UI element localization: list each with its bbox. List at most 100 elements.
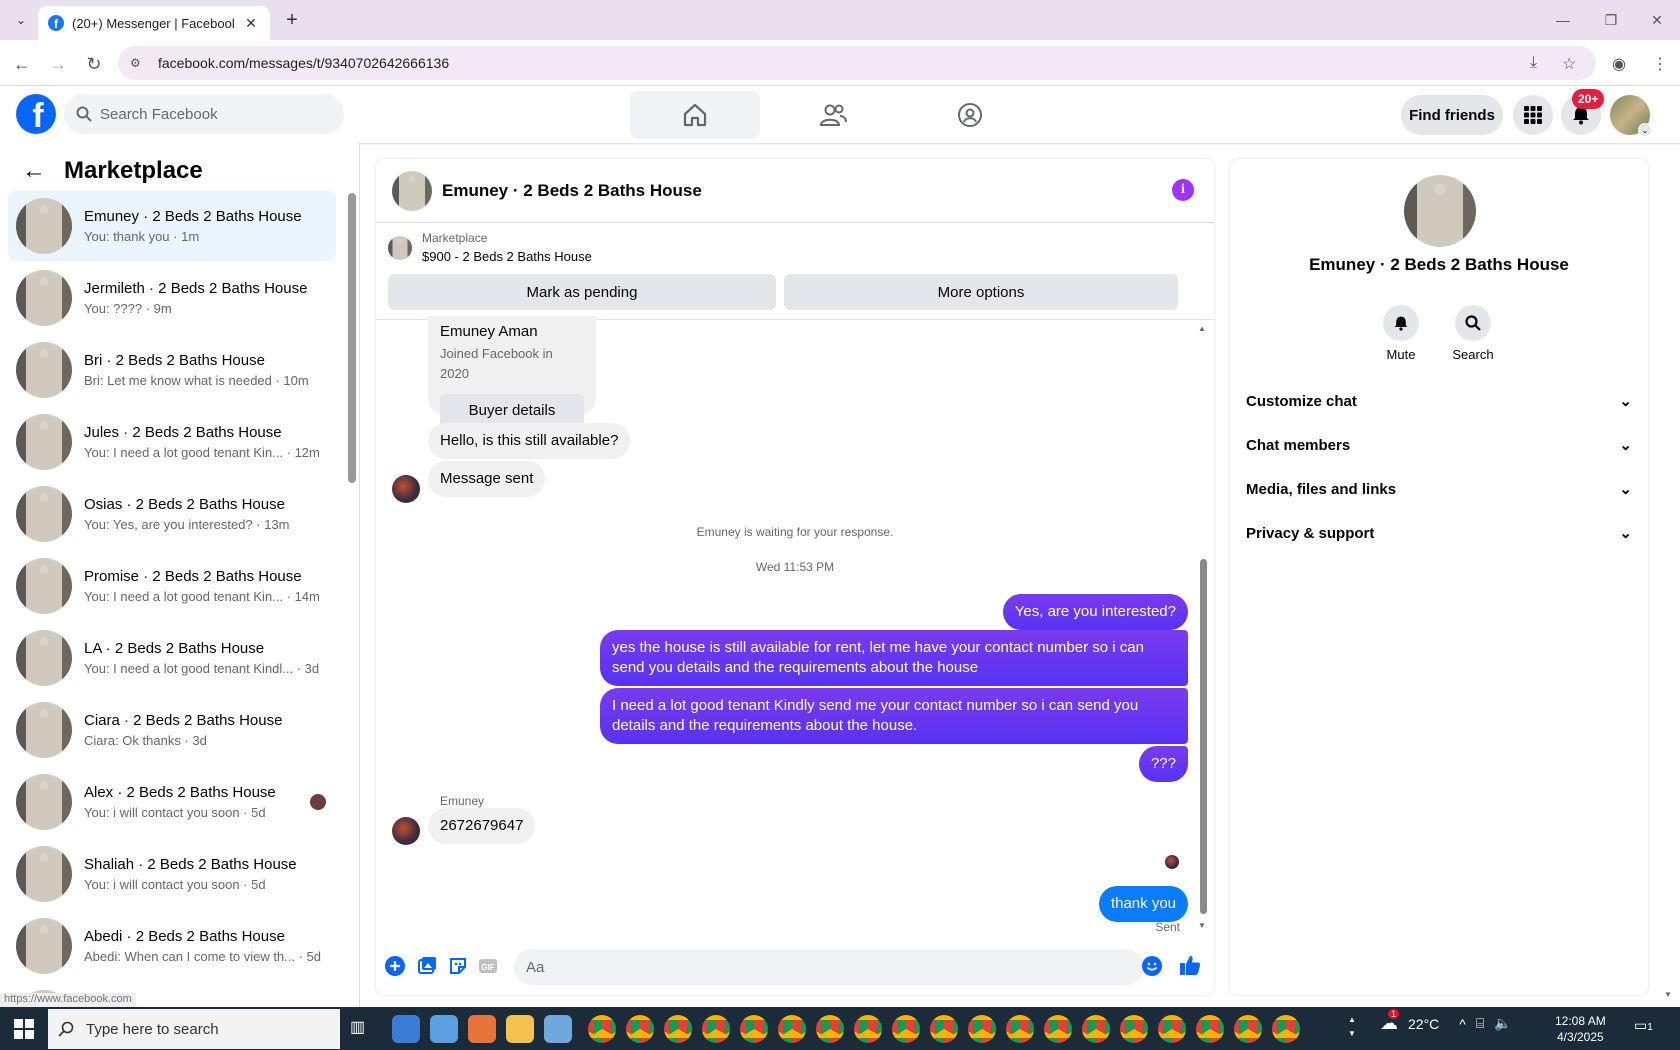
details-avatar[interactable] (1404, 175, 1476, 247)
new-tab-icon[interactable]: + (280, 8, 304, 32)
search-in-chat-button[interactable]: Search (1443, 305, 1503, 362)
chrome-icon[interactable] (626, 1015, 654, 1043)
facebook-logo-icon[interactable]: f (16, 94, 56, 134)
message-outgoing[interactable]: thank you (1098, 886, 1188, 922)
site-info-icon[interactable]: ⚙ (130, 56, 150, 70)
taskbar-app-icon[interactable] (392, 1015, 420, 1043)
media-files-links-row[interactable]: Media, files and links ⌄ (1246, 469, 1632, 509)
taskbar-app-icon[interactable] (544, 1015, 572, 1043)
chrome-icon[interactable] (1082, 1015, 1110, 1043)
forward-icon[interactable]: → (44, 50, 72, 78)
chat-avatar[interactable] (392, 170, 432, 211)
back-icon[interactable]: ← (8, 50, 36, 78)
scroll-up-arrow-icon[interactable]: ▲ (1198, 324, 1206, 333)
tray-expand-icon[interactable]: ^ (1459, 1016, 1466, 1032)
chrome-icon[interactable] (588, 1015, 616, 1043)
conversation-item[interactable]: Jermileth · 2 Beds 2 Baths House You: ???… (8, 263, 336, 333)
emoji-icon[interactable] (1141, 955, 1163, 977)
sidebar-scrollbar[interactable] (348, 193, 356, 483)
message-incoming[interactable]: Message sent (428, 461, 546, 497)
sender-avatar[interactable] (392, 817, 420, 845)
network-icon[interactable]: ⌸ (1476, 1015, 1484, 1032)
taskbar-app-icon[interactable] (506, 1015, 534, 1043)
chrome-icon[interactable] (1158, 1015, 1186, 1043)
chrome-icon[interactable] (1272, 1015, 1300, 1043)
chrome-icon[interactable] (778, 1015, 806, 1043)
sender-avatar[interactable] (392, 475, 420, 503)
page-scroll-down-icon[interactable]: ▼ (1664, 990, 1672, 999)
message-outgoing[interactable]: yes the house is still available for ren… (600, 630, 1188, 686)
weather-icon[interactable]: ☁ 1 (1380, 1009, 1400, 1034)
nav-friends[interactable] (768, 91, 898, 139)
taskbar-scroll-icon[interactable]: ▲ ▼ (1348, 1013, 1356, 1041)
menu-grid-button[interactable] (1513, 95, 1553, 135)
conversation-item[interactable]: Bri · 2 Beds 2 Baths House Bri: Let me kn… (8, 335, 336, 405)
conversation-item[interactable]: Osias · 2 Beds 2 Baths House You: Yes, ar… (8, 479, 336, 549)
chrome-icon[interactable] (1234, 1015, 1262, 1043)
restore-icon[interactable]: ❐ (1596, 8, 1626, 32)
nav-groups[interactable] (905, 91, 1035, 139)
back-arrow-icon[interactable]: ← (22, 157, 46, 185)
conversation-item[interactable]: Promise · 2 Beds 2 Baths House You: I nee… (8, 551, 336, 621)
gif-icon[interactable]: GIF (477, 955, 499, 977)
chrome-icon[interactable] (1196, 1015, 1224, 1043)
chrome-icon[interactable] (740, 1015, 768, 1043)
message-incoming[interactable]: Hello, is this still available? (428, 423, 631, 459)
browser-menu-icon[interactable]: ⋮ (1652, 54, 1668, 74)
conversation-item[interactable]: LA · 2 Beds 2 Baths House You: I need a l… (8, 623, 336, 693)
details-name[interactable]: Emuney · 2 Beds 2 Baths House (1230, 255, 1648, 275)
privacy-support-row[interactable]: Privacy & support ⌄ (1246, 513, 1632, 553)
search-facebook-input[interactable]: Search Facebook (64, 94, 344, 134)
chat-members-row[interactable]: Chat members ⌄ (1246, 425, 1632, 465)
listing-thumbnail[interactable] (388, 235, 412, 260)
account-avatar[interactable]: ⌄ (1610, 95, 1652, 137)
task-view-icon[interactable]: ▥ (350, 1017, 372, 1039)
chrome-icon[interactable] (1044, 1015, 1072, 1043)
install-app-icon[interactable]: ⤓ (1530, 54, 1537, 72)
browser-tab[interactable]: f (20+) Messenger | Facebook ✕ (38, 6, 270, 40)
nav-home[interactable] (630, 91, 760, 139)
sticker-icon[interactable] (447, 955, 469, 977)
find-friends-button[interactable]: Find friends (1401, 95, 1503, 135)
mark-as-pending-button[interactable]: Mark as pending (388, 274, 776, 310)
volume-icon[interactable]: 🔈 (1494, 1015, 1511, 1032)
scroll-down-arrow-icon[interactable]: ▼ (1198, 921, 1206, 930)
listing-title[interactable]: $900 - 2 Beds 2 Baths House (422, 249, 592, 264)
conversation-item[interactable]: Jules · 2 Beds 2 Baths House You: I need … (8, 407, 336, 477)
message-outgoing[interactable]: ??? (1138, 746, 1188, 782)
conversation-item[interactable]: Ciara · 2 Beds 2 Baths House Ciara: Ok th… (8, 695, 336, 765)
bookmark-star-icon[interactable]: ☆ (1562, 54, 1576, 74)
chrome-icon[interactable] (930, 1015, 958, 1043)
customize-chat-row[interactable]: Customize chat ⌄ (1246, 381, 1632, 421)
chrome-icon[interactable] (1006, 1015, 1034, 1043)
minimize-icon[interactable]: — (1548, 8, 1578, 32)
message-outgoing[interactable]: Yes, are you interested? (1002, 594, 1188, 630)
message-incoming[interactable]: 2672679647 (428, 808, 536, 844)
tab-search-dropdown-icon[interactable]: ⌄ (10, 9, 32, 31)
taskbar-app-icon[interactable] (468, 1015, 496, 1043)
windows-start-icon[interactable] (14, 1019, 34, 1039)
conversation-item[interactable]: Abedi · 2 Beds 2 Baths House Abedi: When … (8, 911, 336, 981)
address-bar[interactable]: ⚙ facebook.com/messages/t/93407026426661… (118, 46, 1596, 80)
info-icon[interactable]: i (1172, 179, 1194, 201)
window-close-icon[interactable]: ✕ (1642, 8, 1672, 32)
action-center-icon[interactable]: ▭1 (1634, 1017, 1653, 1034)
conversation-item[interactable]: Alex · 2 Beds 2 Baths House You: i will c… (8, 767, 336, 837)
conversation-item[interactable]: Shaliah · 2 Beds 2 Baths House You: i wil… (8, 839, 336, 909)
conversation-item[interactable]: Emuney · 2 Beds 2 Baths House You: thank … (8, 191, 336, 261)
attach-photo-icon[interactable] (416, 955, 438, 977)
chrome-icon[interactable] (892, 1015, 920, 1043)
close-tab-icon[interactable]: ✕ (242, 15, 260, 32)
chrome-icon[interactable] (854, 1015, 882, 1043)
more-actions-plus-icon[interactable] (384, 955, 406, 977)
chrome-icon[interactable] (702, 1015, 730, 1043)
chrome-icon[interactable] (1120, 1015, 1148, 1043)
taskbar-app-icon[interactable] (430, 1015, 458, 1043)
taskbar-search-input[interactable]: Type here to search (48, 1009, 340, 1049)
taskbar-clock[interactable]: 12:08 AM 4/3/2025 (1555, 1013, 1606, 1045)
chrome-icon[interactable] (968, 1015, 996, 1043)
reload-icon[interactable]: ↻ (80, 50, 108, 78)
message-input[interactable]: Aa (514, 949, 1144, 985)
more-options-button[interactable]: More options (784, 274, 1178, 310)
profile-icon[interactable]: ◉ (1612, 54, 1626, 74)
